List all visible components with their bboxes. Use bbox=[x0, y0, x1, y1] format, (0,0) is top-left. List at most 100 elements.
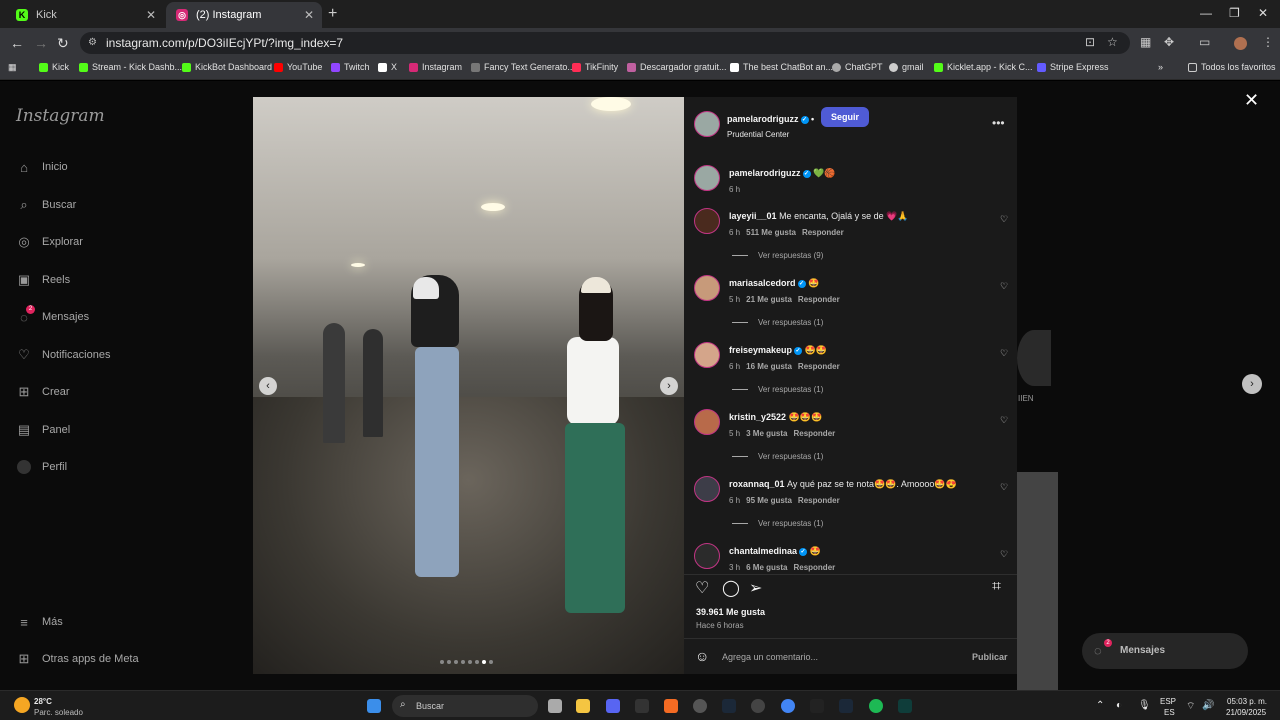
clock-time[interactable]: 05:03 p. m. bbox=[1227, 697, 1267, 706]
commenter-avatar[interactable] bbox=[694, 543, 720, 569]
close-icon[interactable]: ✕ bbox=[1244, 90, 1259, 111]
extension-icon[interactable]: ▦ bbox=[1140, 35, 1151, 49]
windows-start-icon[interactable] bbox=[367, 699, 381, 713]
close-icon[interactable]: ✕ bbox=[304, 8, 314, 22]
tab-kick[interactable]: K Kick ✕ bbox=[6, 2, 164, 28]
microphone-icon[interactable]: 🎙 bbox=[1138, 700, 1151, 711]
emoji-icon[interactable]: ☺ bbox=[695, 648, 709, 664]
like-comment-icon[interactable]: ♡ bbox=[1000, 214, 1008, 225]
bookmark[interactable]: Fancy Text Generato... bbox=[471, 62, 575, 72]
reply-button[interactable]: Responder bbox=[798, 362, 840, 371]
taskbar-search[interactable]: ⌕ Buscar bbox=[392, 695, 538, 717]
instagram-logo[interactable]: Instagram bbox=[16, 106, 105, 126]
puzzle-icon[interactable]: ✥ bbox=[1164, 35, 1174, 49]
commenter-avatar[interactable] bbox=[694, 476, 720, 502]
like-comment-icon[interactable]: ♡ bbox=[1000, 549, 1008, 560]
bookmark[interactable]: Instagram bbox=[409, 62, 462, 72]
sidebar-item-perfil[interactable]: Perfil bbox=[16, 459, 67, 475]
all-bookmarks[interactable]: Todos los favoritos bbox=[1188, 62, 1276, 72]
app-icon[interactable] bbox=[751, 699, 765, 713]
view-replies-button[interactable]: Ver respuestas (1) bbox=[732, 452, 823, 461]
author-avatar[interactable] bbox=[694, 111, 720, 137]
bookmark[interactable]: The best ChatBot an... bbox=[730, 62, 833, 72]
like-comment-icon[interactable]: ♡ bbox=[1000, 348, 1008, 359]
tray-chevron-icon[interactable]: ⌃ bbox=[1096, 700, 1104, 711]
bookmark[interactable]: Twitch bbox=[331, 62, 370, 72]
bookmark[interactable]: ChatGPT bbox=[832, 62, 883, 72]
messages-bubble[interactable]: ◌ Mensajes 2 bbox=[1082, 633, 1248, 669]
weather-desc[interactable]: Parc. soleado bbox=[34, 708, 83, 717]
like-comment-icon[interactable]: ♡ bbox=[1000, 281, 1008, 292]
menu-icon[interactable]: ⋮ bbox=[1262, 35, 1274, 49]
view-replies-button[interactable]: Ver respuestas (1) bbox=[732, 385, 823, 394]
like-comment-icon[interactable]: ♡ bbox=[1000, 415, 1008, 426]
sidebar-item-reels[interactable]: ▣ Reels bbox=[16, 272, 70, 288]
steam-icon[interactable] bbox=[839, 699, 853, 713]
reply-button[interactable]: Responder bbox=[802, 228, 844, 237]
commenter-avatar[interactable] bbox=[694, 208, 720, 234]
maximize-button[interactable]: ❐ bbox=[1229, 6, 1240, 20]
sidebar-item-explorar[interactable]: ◎ Explorar bbox=[16, 234, 83, 250]
discord-icon[interactable] bbox=[606, 699, 620, 713]
profile-avatar[interactable] bbox=[1234, 37, 1247, 50]
minimize-button[interactable]: — bbox=[1200, 6, 1212, 20]
commenter-avatar[interactable] bbox=[694, 409, 720, 435]
sidebar-item-panel[interactable]: ▤ Panel bbox=[16, 422, 70, 438]
file-explorer-icon[interactable] bbox=[576, 699, 590, 713]
sidebar-item-buscar[interactable]: ⌕ Buscar bbox=[16, 197, 76, 213]
spotify-icon[interactable] bbox=[869, 699, 883, 713]
reply-button[interactable]: Responder bbox=[793, 563, 835, 572]
bookmark[interactable]: Kick bbox=[39, 62, 69, 72]
steam-icon[interactable] bbox=[722, 699, 736, 713]
post-location[interactable]: Prudential Center bbox=[727, 130, 789, 139]
next-post-icon[interactable]: › bbox=[1242, 374, 1262, 394]
close-icon[interactable]: ✕ bbox=[146, 8, 156, 22]
sidebar-more[interactable]: ≡ Más bbox=[16, 614, 63, 630]
commenter-avatar[interactable] bbox=[694, 275, 720, 301]
chrome-icon[interactable] bbox=[781, 699, 795, 713]
network-icon[interactable]: ⌔ bbox=[1186, 700, 1195, 713]
sidebar-item-mensajes[interactable]: ◌ 2 Mensajes bbox=[16, 305, 89, 325]
view-replies-button[interactable]: Ver respuestas (1) bbox=[732, 519, 823, 528]
new-tab-button[interactable]: + bbox=[328, 5, 337, 23]
window-close-button[interactable]: ✕ bbox=[1258, 6, 1268, 20]
follow-button[interactable]: Seguir bbox=[821, 107, 869, 127]
prev-image-icon[interactable]: ‹ bbox=[259, 377, 277, 395]
app-icon[interactable] bbox=[693, 699, 707, 713]
task-view-icon[interactable] bbox=[548, 699, 562, 713]
site-info-icon[interactable]: ⚙ bbox=[88, 32, 97, 54]
reload-icon[interactable]: ↻ bbox=[57, 35, 69, 52]
view-replies-button[interactable]: Ver respuestas (9) bbox=[732, 251, 823, 260]
like-comment-icon[interactable]: ♡ bbox=[1000, 482, 1008, 493]
clock-date[interactable]: 21/09/2025 bbox=[1226, 708, 1266, 717]
publish-button[interactable]: Publicar bbox=[972, 652, 1008, 662]
reply-button[interactable]: Responder bbox=[798, 295, 840, 304]
app-icon[interactable] bbox=[898, 699, 912, 713]
epic-games-icon[interactable] bbox=[635, 699, 649, 713]
language-indicator[interactable]: ESP bbox=[1160, 697, 1176, 706]
sidebar-item-notificaciones[interactable]: ♡ Notificaciones bbox=[16, 347, 110, 363]
author-avatar[interactable] bbox=[694, 165, 720, 191]
bookmark[interactable]: gmail bbox=[889, 62, 924, 72]
sidepanel-icon[interactable]: ▭ bbox=[1199, 35, 1210, 49]
save-icon[interactable]: ⌗ bbox=[992, 578, 1001, 596]
bookmark[interactable]: Descargador gratuit... bbox=[627, 62, 727, 72]
url-field[interactable]: ⚙ instagram.com/p/DO3iIEcjYPt/?img_index… bbox=[80, 32, 1130, 54]
weather-temp[interactable]: 28°C bbox=[34, 697, 52, 706]
forward-icon[interactable]: → bbox=[34, 35, 48, 51]
bookmark[interactable]: KickBot Dashboard bbox=[182, 62, 272, 72]
volume-icon[interactable]: 🔊 bbox=[1202, 700, 1214, 711]
app-icon[interactable] bbox=[664, 699, 678, 713]
bookmark[interactable]: TikFinity bbox=[572, 62, 618, 72]
bookmark[interactable]: X bbox=[378, 62, 397, 72]
back-icon[interactable]: ← bbox=[10, 35, 24, 51]
sidebar-item-inicio[interactable]: ⌂ Inicio bbox=[16, 159, 68, 175]
author-username[interactable]: pamelarodriguzz ✓ • bbox=[727, 114, 814, 124]
commenter-avatar[interactable] bbox=[694, 342, 720, 368]
reply-button[interactable]: Responder bbox=[793, 429, 835, 438]
tray-icon[interactable]: ◐ bbox=[1116, 700, 1122, 711]
tab-instagram[interactable]: ◎ (2) Instagram ✕ bbox=[166, 2, 322, 28]
more-options-icon[interactable]: ••• bbox=[992, 116, 1005, 130]
reply-button[interactable]: Responder bbox=[798, 496, 840, 505]
comment-input[interactable]: Agrega un comentario... bbox=[722, 652, 818, 662]
